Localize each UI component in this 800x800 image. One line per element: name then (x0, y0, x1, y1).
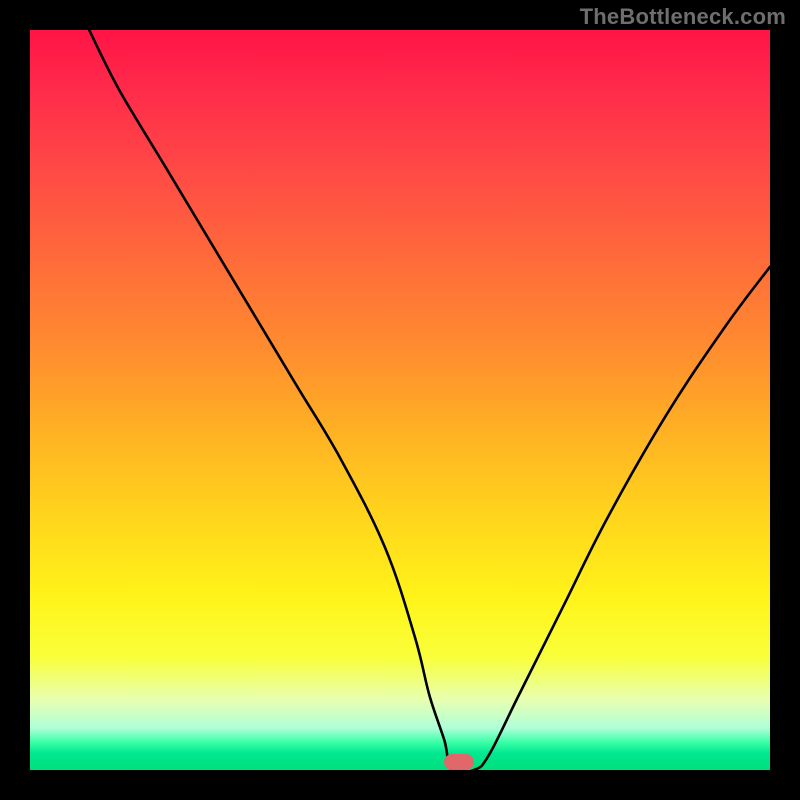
curve-svg (30, 30, 770, 770)
chart-frame: TheBottleneck.com (0, 0, 800, 800)
attribution-text: TheBottleneck.com (580, 4, 786, 30)
plot-area (30, 30, 770, 770)
bottleneck-curve (89, 30, 770, 770)
optimal-point-marker (444, 754, 474, 770)
